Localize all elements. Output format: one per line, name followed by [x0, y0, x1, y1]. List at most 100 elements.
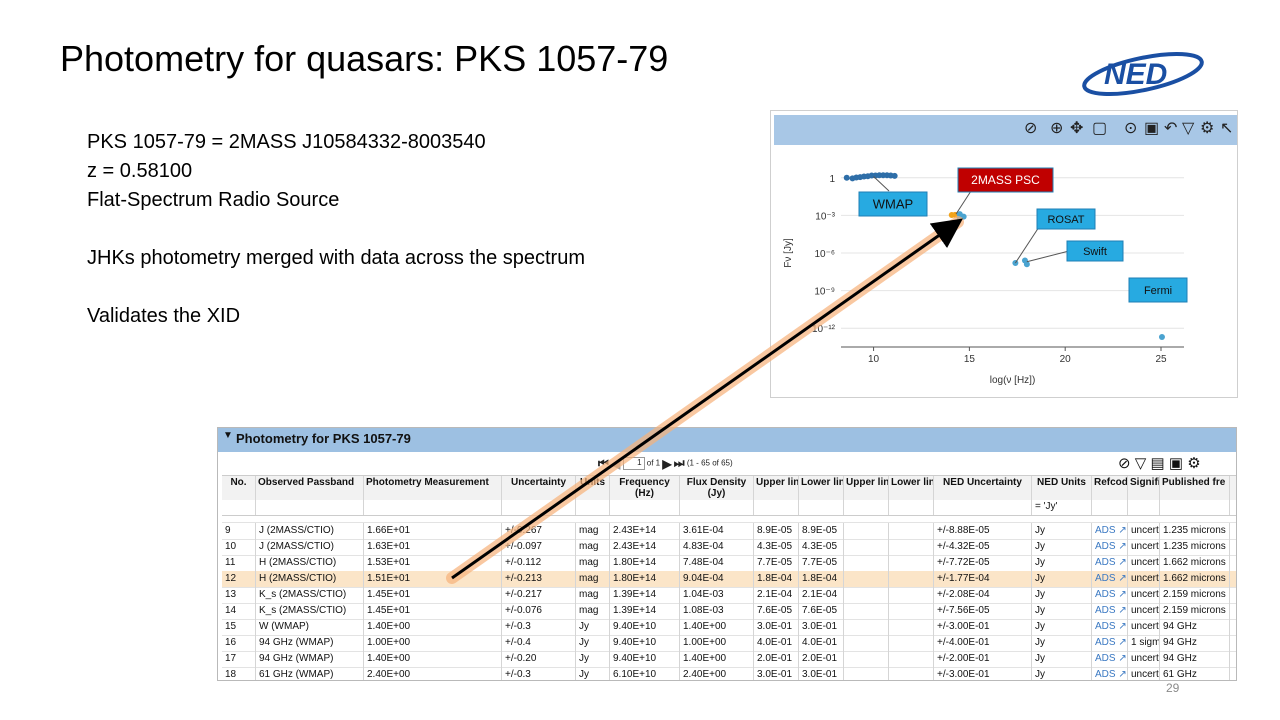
table-cell	[889, 667, 934, 680]
table-cell: mag	[576, 523, 610, 539]
y-tick-label: 1	[829, 174, 835, 185]
refcode-link[interactable]: ADS ↗	[1092, 651, 1128, 667]
column-header[interactable]: Upper lin	[844, 476, 889, 500]
table-cell: +/-4.00E-01	[934, 635, 1032, 651]
x-tick-label: 10	[868, 354, 880, 365]
table-cell: 1.39E+14	[610, 587, 680, 603]
table-cell: uncerta	[1128, 571, 1160, 587]
column-filter-input[interactable]	[844, 500, 889, 515]
y-tick-label: 10⁻⁶	[814, 249, 835, 260]
column-filter-input[interactable]	[1092, 500, 1128, 515]
table-cell: 14	[222, 603, 256, 619]
column-filter-input[interactable]	[1160, 500, 1230, 515]
column-filter-input[interactable]	[889, 500, 934, 515]
column-header[interactable]: Frequency (Hz)	[610, 476, 680, 500]
table-cell: 18	[222, 667, 256, 680]
refcode-link[interactable]: ADS ↗	[1092, 523, 1128, 539]
table-cell: +/-0.4	[502, 635, 576, 651]
table-row[interactable]: 9J (2MASS/CTIO) 1.66E+01 +/-0.267 mag 2.43E+…	[222, 523, 1236, 540]
column-filter-input[interactable]	[364, 500, 502, 515]
table-row[interactable]: 12 H (2MASS/CTIO) 1.51E+01 +/-0.213 mag 1.80E…	[222, 571, 1236, 588]
refcode-link[interactable]: ADS ↗	[1092, 635, 1128, 651]
table-cell: 9	[222, 523, 256, 539]
column-filter-input[interactable]	[256, 500, 364, 515]
column-filter-input[interactable]	[754, 500, 799, 515]
table-cell: 7.7E-05	[799, 555, 844, 571]
table-cell	[844, 651, 889, 667]
column-header[interactable]: Units	[576, 476, 610, 500]
last-page-icon[interactable]: ⏭	[674, 456, 685, 471]
column-filter-input[interactable]	[799, 500, 844, 515]
column-filter-input[interactable]	[222, 500, 256, 515]
table-row[interactable]: 17 94 GHz (WMAP) 1.40E+00 +/-0.20 Jy 9.40E+10…	[222, 651, 1236, 668]
table-row[interactable]: 13 K_s (2MASS/CTIO) 1.45E+01 +/-0.217 mag 1.3…	[222, 587, 1236, 604]
bullet-spacer	[87, 215, 585, 244]
column-header[interactable]: Upper lin	[754, 476, 799, 500]
table-cell: 11	[222, 555, 256, 571]
column-header[interactable]: No.	[222, 476, 256, 500]
table-row[interactable]: 11 H (2MASS/CTIO) 1.53E+01 +/-0.112 mag 1.80E…	[222, 555, 1236, 572]
table-cell: 8.9E-05	[754, 523, 799, 539]
column-header[interactable]: Flux Density (Jy)	[680, 476, 754, 500]
table-cell	[889, 539, 934, 555]
collapse-caret-icon[interactable]: ▼	[223, 430, 233, 441]
settings-icon[interactable]: ⚙	[1187, 455, 1200, 472]
table-cell: 1.63E+01	[364, 539, 502, 555]
sed-plot[interactable]: 1 10⁻³ 10⁻⁶ 10⁻⁹ 10⁻¹² 10 15 20 25 log(ν [Hz]) Fν …	[771, 111, 1239, 399]
column-header[interactable]: Uncertainty	[502, 476, 576, 500]
column-filter-input[interactable]	[610, 500, 680, 515]
page-of-label: of 1	[646, 458, 661, 468]
table-cell: 9.04E-04	[680, 571, 754, 587]
table-cell: 4.3E-05	[754, 539, 799, 555]
column-filter-input[interactable]	[934, 500, 1032, 515]
table-cell: 1.53E+01	[364, 555, 502, 571]
table-row[interactable]: 16 94 GHz (WMAP) 1.00E+00 +/-0.4 Jy 9.40E+10 1…	[222, 635, 1236, 652]
table-row[interactable]: 10 J (2MASS/CTIO) 1.63E+01 +/-0.097 mag 2.43E…	[222, 539, 1236, 556]
table-cell: 1.40E+00	[364, 651, 502, 667]
bullet-identifier: PKS 1057-79 = 2MASS J10584332-8003540	[87, 131, 486, 153]
refcode-link[interactable]: ADS ↗	[1092, 571, 1128, 587]
column-header[interactable]: Observed Passband	[256, 476, 364, 500]
next-page-icon[interactable]: ▶	[662, 457, 671, 471]
table-cell: 9.40E+10	[610, 619, 680, 635]
prev-page-icon[interactable]: ◀	[611, 457, 620, 471]
refcode-link[interactable]: ADS ↗	[1092, 539, 1128, 555]
column-header[interactable]: Photometry Measurement	[364, 476, 502, 500]
table-row[interactable]: 18 61 GHz (WMAP) 2.40E+00 +/-0.3 Jy 6.10E+10 2…	[222, 667, 1236, 680]
table-cell: 1.45E+01	[364, 587, 502, 603]
save-icon[interactable]: ▣	[1169, 455, 1183, 472]
filter-icon[interactable]: ▽	[1135, 455, 1147, 472]
page-input[interactable]: 1	[622, 457, 645, 470]
column-header[interactable]: NED Units	[1032, 476, 1092, 500]
table-cell: Jy	[1032, 587, 1092, 603]
column-filter-input[interactable]: = 'Jy'	[1032, 500, 1092, 515]
table-cell: +/-0.267	[502, 523, 576, 539]
table-cell: K_s (2MASS/CTIO)	[256, 587, 364, 603]
column-header[interactable]: Refcode	[1092, 476, 1128, 500]
table-cell: 2.0E-01	[799, 651, 844, 667]
table-row[interactable]: 15 W (WMAP) 1.40E+00 +/-0.3 Jy 9.40E+10 1.40E+…	[222, 619, 1236, 636]
refcode-link[interactable]: ADS ↗	[1092, 667, 1128, 680]
refcode-link[interactable]: ADS ↗	[1092, 619, 1128, 635]
column-header[interactable]: Lower lin	[799, 476, 844, 500]
table-cell: +/-8.88E-05	[934, 523, 1032, 539]
column-filter-input[interactable]	[576, 500, 610, 515]
column-header[interactable]: NED Uncertainty	[934, 476, 1032, 500]
first-page-icon[interactable]: ⏮	[598, 456, 609, 471]
column-filter-input[interactable]	[502, 500, 576, 515]
table-cell: +/-7.56E-05	[934, 603, 1032, 619]
refcode-link[interactable]: ADS ↗	[1092, 555, 1128, 571]
reset-icon[interactable]: ⊘	[1118, 455, 1131, 472]
column-filter-input[interactable]	[680, 500, 754, 515]
column-filter-input[interactable]	[1128, 500, 1160, 515]
table-cell: 1.39E+14	[610, 603, 680, 619]
column-header[interactable]: Published fre	[1160, 476, 1230, 500]
text-view-icon[interactable]: ▤	[1150, 455, 1164, 472]
logo-text: NED	[1104, 58, 1167, 91]
refcode-link[interactable]: ADS ↗	[1092, 587, 1128, 603]
bullet-xid: Validates the XID	[87, 305, 241, 327]
table-row[interactable]: 14 K_s (2MASS/CTIO) 1.45E+01 +/-0.076 mag 1.3…	[222, 603, 1236, 620]
column-header[interactable]: Lower lin	[889, 476, 934, 500]
refcode-link[interactable]: ADS ↗	[1092, 603, 1128, 619]
column-header[interactable]: Signifi	[1128, 476, 1160, 500]
